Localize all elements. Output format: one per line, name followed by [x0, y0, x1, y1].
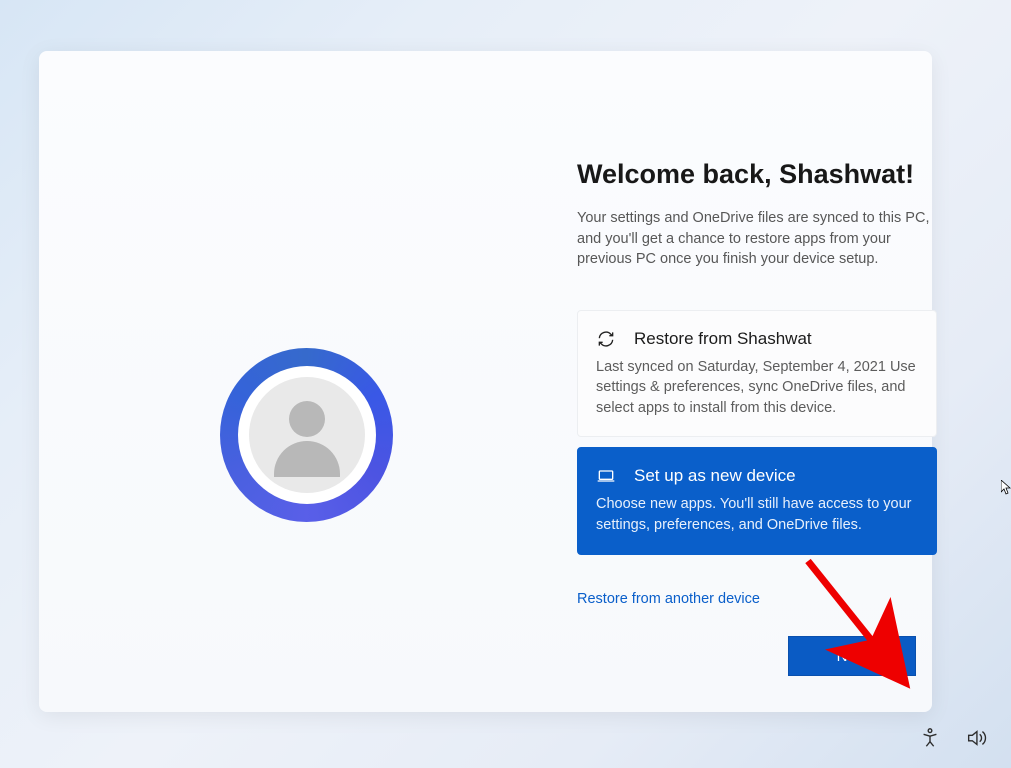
accessibility-icon[interactable] — [919, 727, 941, 754]
option-restore-title: Restore from Shashwat — [634, 329, 812, 349]
avatar-ring — [220, 348, 393, 522]
avatar-placeholder-icon — [249, 377, 365, 493]
sync-icon — [596, 329, 616, 349]
avatar-white-circle — [238, 366, 376, 504]
option-new-desc: Choose new apps. You'll still have acces… — [596, 494, 918, 535]
volume-icon[interactable] — [965, 727, 987, 754]
option-new-device[interactable]: Set up as new device Choose new apps. Yo… — [577, 447, 937, 554]
bottom-utility-icons — [919, 727, 987, 754]
option-restore[interactable]: Restore from Shashwat Last synced on Sat… — [577, 310, 937, 438]
mouse-cursor-icon — [1001, 480, 1011, 496]
page-title: Welcome back, Shashwat! — [577, 159, 937, 190]
setup-card: Welcome back, Shashwat! Your settings an… — [39, 51, 932, 712]
laptop-icon — [596, 466, 616, 486]
option-restore-desc: Last synced on Saturday, September 4, 20… — [596, 357, 918, 419]
page-subtitle: Your settings and OneDrive files are syn… — [577, 208, 937, 270]
option-new-title: Set up as new device — [634, 466, 796, 486]
next-button[interactable]: Next — [788, 636, 916, 676]
content-column: Welcome back, Shashwat! Your settings an… — [577, 159, 937, 608]
restore-from-another-link[interactable]: Restore from another device — [577, 591, 760, 607]
